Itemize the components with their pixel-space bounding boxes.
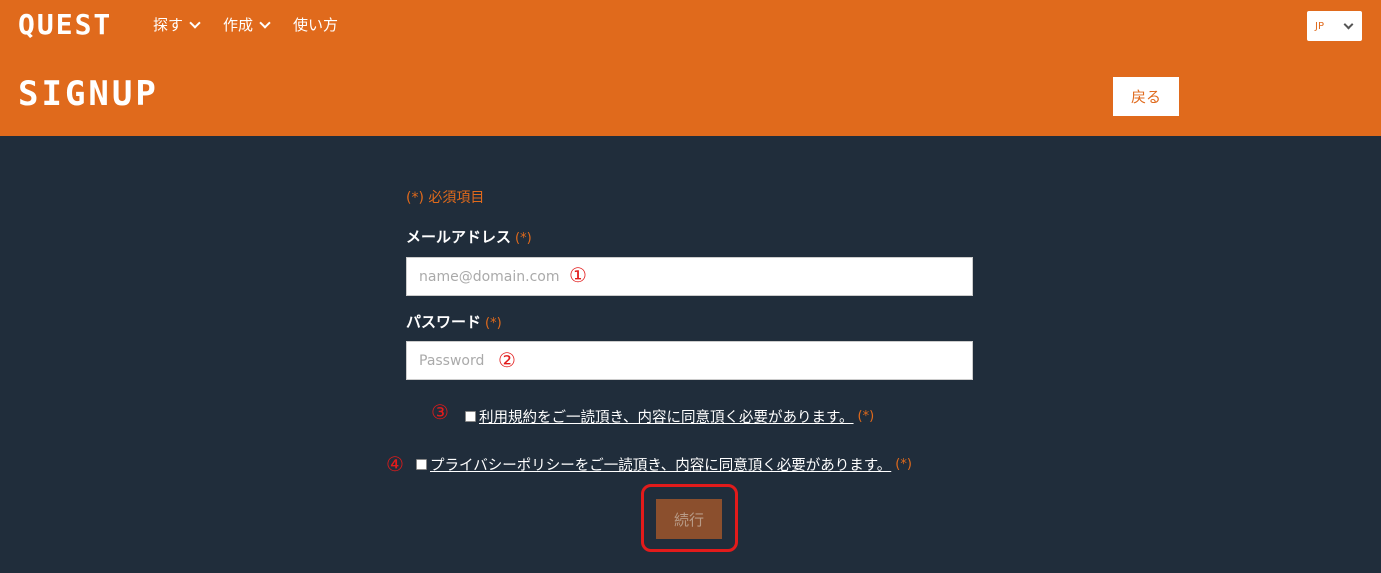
terms-row: 利用規約をご一読頂き、内容に同意頂く必要があります。 (*) (465, 406, 874, 427)
privacy-checkbox[interactable] (416, 459, 427, 470)
annotation-marker-4: ④ (386, 452, 404, 476)
terms-checkbox[interactable] (465, 411, 476, 422)
back-button[interactable]: 戻る (1113, 77, 1179, 116)
annotation-marker-1: ① (569, 263, 587, 287)
password-label: パスワード (*) (406, 311, 502, 332)
required-note: (*) 必須項目 (406, 190, 485, 206)
continue-button[interactable]: 続行 (656, 499, 722, 539)
privacy-link[interactable]: プライバシーポリシーをご一読頂き、内容に同意頂く必要があります。 (430, 454, 891, 475)
header-bar: QUEST 探す 作成 使い方 JP SIGNUP 戻る (0, 0, 1381, 136)
email-label-text: メールアドレス (406, 228, 512, 246)
required-mark: (*) (485, 316, 502, 331)
logo[interactable]: QUEST (18, 8, 112, 41)
email-label: メールアドレス (*) (406, 226, 532, 247)
nav-item-label: 使い方 (293, 16, 339, 34)
annotation-marker-2: ② (498, 348, 516, 372)
page-title: SIGNUP (18, 74, 159, 114)
main-nav: 探す 作成 使い方 (153, 14, 338, 35)
required-mark: (*) (895, 457, 912, 472)
chevron-down-icon (189, 16, 201, 29)
password-label-text: パスワード (406, 313, 482, 331)
language-value: JP (1315, 20, 1324, 32)
privacy-row: プライバシーポリシーをご一読頂き、内容に同意頂く必要があります。 (*) (416, 454, 912, 475)
required-mark: (*) (515, 231, 532, 246)
chevron-down-icon (259, 16, 271, 29)
language-select[interactable]: JP (1307, 11, 1362, 41)
nav-item-search[interactable]: 探す (153, 14, 201, 35)
email-field[interactable] (406, 257, 973, 296)
required-mark: (*) (857, 409, 875, 424)
nav-item-label: 作成 (223, 16, 254, 34)
password-field[interactable] (406, 341, 973, 380)
nav-item-create[interactable]: 作成 (223, 14, 271, 35)
annotation-marker-3: ③ (431, 400, 449, 424)
chevron-down-icon (1343, 19, 1354, 30)
nav-item-howto[interactable]: 使い方 (293, 14, 338, 35)
nav-item-label: 探す (153, 16, 184, 34)
terms-link[interactable]: 利用規約をご一読頂き、内容に同意頂く必要があります。 (479, 406, 854, 427)
